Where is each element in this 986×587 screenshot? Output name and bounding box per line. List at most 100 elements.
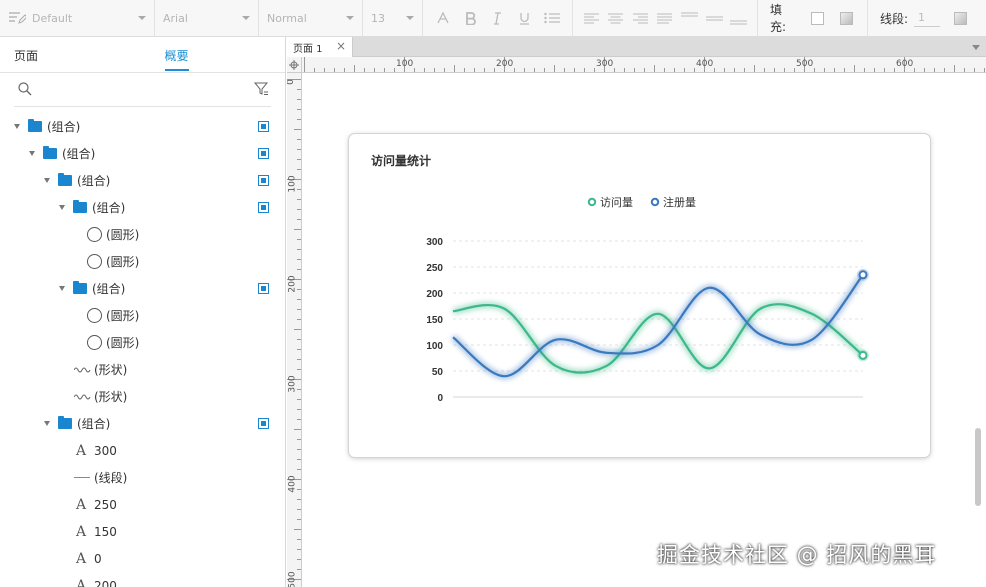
ruler-label: 0: [287, 79, 296, 85]
expand-arrow-icon[interactable]: [59, 205, 65, 210]
ruler-label: 200: [287, 275, 298, 293]
expand-arrow-icon[interactable]: [14, 124, 20, 129]
ruler-label: 600: [896, 59, 914, 69]
stroke-group: 线段: 1: [868, 0, 981, 37]
ruler-label: 300: [287, 375, 298, 393]
design-canvas[interactable]: 访问量统计 300 250 200 150 100 50 0 访问量 注册量 掘金技术社区 @ …: [302, 73, 986, 587]
valign-top-icon[interactable]: [679, 7, 701, 29]
text-widget-icon: A: [75, 496, 87, 513]
search-icon[interactable]: [18, 82, 32, 96]
y-tick-label: 0: [437, 393, 443, 404]
tab-pages[interactable]: 页面: [0, 37, 143, 72]
line-chart: 300 250 200 150 100 50 0 访问量 注册量: [426, 195, 869, 404]
valign-middle-icon[interactable]: [703, 7, 725, 29]
visibility-toggle[interactable]: [258, 121, 269, 132]
tree-item-text[interactable]: A 200: [0, 572, 286, 587]
tree-item-group[interactable]: (组合): [0, 275, 286, 302]
circle-shape-icon: [87, 308, 102, 323]
tree-item-label: (圆形): [106, 309, 140, 323]
stroke-label: 线段:: [880, 11, 909, 26]
tree-item-circle[interactable]: (圆形): [0, 329, 286, 356]
expand-arrow-icon[interactable]: [29, 151, 35, 156]
tree-item-line[interactable]: (线段): [0, 464, 286, 491]
wave-shape-icon: [74, 367, 91, 372]
font-family-select[interactable]: Arial: [155, 0, 259, 37]
chevron-down-icon: [406, 16, 414, 20]
align-group: [573, 0, 758, 37]
visibility-toggle[interactable]: [258, 418, 269, 429]
y-tick-label: 250: [426, 263, 443, 274]
tree-item-text[interactable]: A 150: [0, 518, 286, 545]
tree-item-group[interactable]: (组合): [0, 113, 286, 140]
italic-icon[interactable]: [486, 7, 508, 29]
visibility-toggle[interactable]: [258, 148, 269, 159]
fill-color-swatch[interactable]: [811, 11, 825, 25]
tree-item-group[interactable]: (组合): [0, 167, 286, 194]
expand-arrow-icon[interactable]: [44, 421, 50, 426]
tree-item-text[interactable]: A 250: [0, 491, 286, 518]
tree-item-label: (形状): [94, 390, 128, 404]
tree-item-label: 250: [94, 497, 117, 512]
tree-item-label: (线段): [94, 471, 128, 485]
tree-item-shape[interactable]: (形状): [0, 383, 286, 410]
underline-icon[interactable]: [514, 7, 536, 29]
font-weight-select[interactable]: Normal: [259, 0, 363, 37]
visibility-toggle[interactable]: [258, 283, 269, 294]
tree-item-group[interactable]: (组合): [0, 194, 286, 221]
tree-item-label: (组合): [62, 147, 96, 161]
valign-bottom-icon[interactable]: [728, 7, 750, 29]
bold-icon[interactable]: [459, 7, 481, 29]
list-icon[interactable]: [541, 7, 563, 29]
crosshair-icon: [289, 60, 299, 70]
edit-style-icon: [9, 12, 26, 24]
expand-arrow-icon[interactable]: [59, 286, 65, 291]
text-style-group: [423, 0, 573, 37]
ruler-label: 300: [596, 59, 614, 69]
tree-item-circle[interactable]: (圆形): [0, 302, 286, 329]
expand-arrow-icon[interactable]: [44, 178, 50, 183]
visibility-toggle[interactable]: [258, 175, 269, 186]
font-size-select[interactable]: 13: [363, 0, 423, 37]
tree-item-label: (组合): [77, 174, 111, 188]
fill-gradient-swatch[interactable]: [840, 11, 853, 25]
text-widget-icon: A: [75, 577, 87, 587]
panel-tabs: 页面 概要: [0, 37, 285, 73]
wave-shape-icon: [74, 394, 91, 399]
end-point-marker: [858, 270, 868, 280]
tree-item-group[interactable]: (组合): [0, 410, 286, 437]
outline-panel: 页面 概要 (组合) (组合) (组合) (组合) (圆形) (圆形) (组合) (圆形) (圆…: [0, 37, 286, 587]
stroke-width-input[interactable]: 1: [914, 9, 941, 27]
stroke-color-swatch[interactable]: [954, 11, 968, 25]
align-center-icon[interactable]: [605, 7, 627, 29]
align-justify-icon[interactable]: [654, 7, 676, 29]
close-icon[interactable]: ×: [336, 39, 346, 53]
outline-search-bar[interactable]: [14, 73, 271, 107]
ruler-label: 100: [287, 175, 298, 193]
visibility-toggle[interactable]: [258, 202, 269, 213]
tree-item-circle[interactable]: (圆形): [0, 221, 286, 248]
tab-pages-label: 页面: [14, 49, 39, 63]
align-left-icon[interactable]: [580, 7, 602, 29]
ruler-label: 100: [396, 59, 414, 69]
align-right-icon[interactable]: [629, 7, 651, 29]
tree-item-label: (圆形): [106, 228, 140, 242]
tree-item-group[interactable]: (组合): [0, 140, 286, 167]
tree-item-text[interactable]: A 300: [0, 437, 286, 464]
vertical-scrollbar[interactable]: [975, 428, 981, 506]
page-tab[interactable]: 页面 1 ×: [287, 37, 353, 57]
tree-item-text[interactable]: A0: [0, 545, 286, 572]
font-family-value: Arial: [163, 11, 188, 25]
tree-item-label: (组合): [92, 201, 126, 215]
tree-item-circle[interactable]: (圆形): [0, 248, 286, 275]
style-select[interactable]: Default: [0, 0, 155, 37]
tree-item-shape[interactable]: (形状): [0, 356, 286, 383]
font-color-icon[interactable]: [432, 7, 454, 29]
vertical-ruler: 0 100 200 300 400 500: [287, 73, 302, 587]
chart-card[interactable]: 访问量统计 300 250 200 150 100 50 0 访问量 注册量: [348, 133, 931, 458]
active-tab-underline: [165, 69, 189, 71]
tab-menu-chevron-icon[interactable]: [972, 45, 980, 50]
filter-icon[interactable]: [254, 82, 269, 96]
tab-outline[interactable]: 概要: [143, 37, 286, 72]
page-tab-bar: 页面 1 ×: [287, 37, 986, 57]
app: Default Arial Normal 13 填充: 线段: 1 页面 概要 …: [0, 0, 986, 587]
